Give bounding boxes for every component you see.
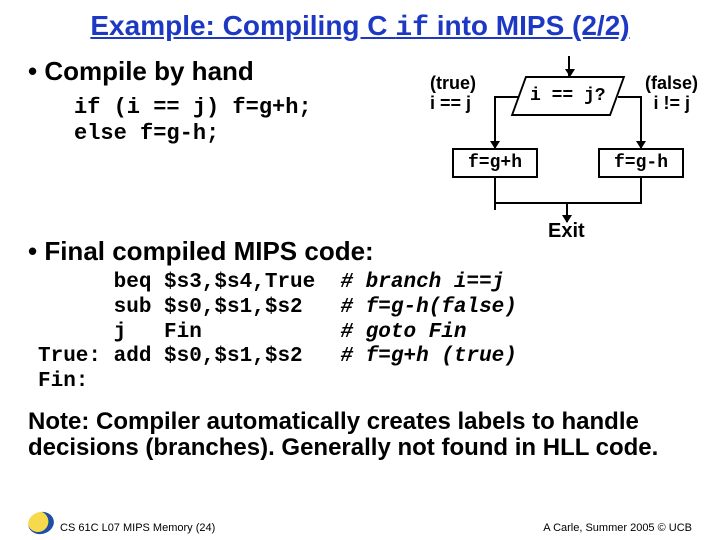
label-true-top: (true) <box>430 74 476 93</box>
label-false-top: (false) <box>645 74 698 93</box>
edge-join-h <box>494 202 642 204</box>
mips-l1: beq $s3,$s4,True <box>38 271 340 294</box>
slide-title: Example: Compiling C if into MIPS (2/2) <box>28 10 692 44</box>
label-false-bot: i != j <box>653 94 690 113</box>
label-exit: Exit <box>548 220 585 243</box>
compiler-note: Note: Compiler automatically creates lab… <box>28 409 692 461</box>
label-true-bot: i == j <box>430 94 471 113</box>
c-line2: else f=g-h; <box>74 121 219 146</box>
edge-false-v <box>640 96 642 148</box>
slide-footer: CS 61C L07 MIPS Memory (24) A Carle, Sum… <box>28 512 692 534</box>
title-post: into MIPS (2/2) <box>429 10 630 41</box>
box-false: f=g-h <box>598 148 684 178</box>
box-true: f=g+h <box>452 148 538 178</box>
mips-c2: # f=g-h(false) <box>340 296 516 319</box>
decision-condition: i == j? <box>530 86 606 106</box>
mips-c4: # f=g+h (true) <box>340 345 516 368</box>
edge-after-false <box>640 178 642 202</box>
edge-false-h <box>618 96 640 98</box>
footer-left-group: CS 61C L07 MIPS Memory (24) <box>28 512 215 534</box>
c-line1: if (i == j) f=g+h; <box>74 95 312 120</box>
compile-section: • Compile by hand if (i == j) f=g+h; els… <box>28 56 388 236</box>
bullet-compile-by-hand: • Compile by hand <box>28 56 388 87</box>
mips-l4: True: add $s0,$s1,$s2 <box>38 345 340 368</box>
top-row: • Compile by hand if (i == j) f=g+h; els… <box>28 56 692 236</box>
bullet-final-mips: • Final compiled MIPS code: <box>28 236 692 267</box>
footer-right-text: A Carle, Summer 2005 © UCB <box>543 522 692 534</box>
college-logo-icon <box>26 509 57 537</box>
footer-left-text: CS 61C L07 MIPS Memory (24) <box>60 522 215 534</box>
edge-true-h <box>494 96 518 98</box>
mips-c3: # goto Fin <box>340 321 466 344</box>
edge-join-v <box>566 202 568 222</box>
edge-after-true <box>494 178 496 210</box>
mips-l5: Fin: <box>38 370 88 393</box>
title-pre: Example: Compiling C <box>90 10 395 41</box>
arrow-entry <box>568 56 570 76</box>
mips-l2: sub $s0,$s1,$s2 <box>38 296 340 319</box>
mips-c1: # branch i==j <box>340 271 504 294</box>
decision-box: i == j? <box>511 76 626 116</box>
mips-code-block: beq $s3,$s4,True # branch i==j sub $s0,$… <box>38 271 692 395</box>
title-code: if <box>395 13 429 44</box>
mips-l3: j Fin <box>38 321 340 344</box>
c-source-code: if (i == j) f=g+h; else f=g-h; <box>74 95 388 147</box>
flow-diagram: i == j? (true) i == j (false) i != j f=g… <box>388 56 692 236</box>
edge-true-v <box>494 96 496 148</box>
